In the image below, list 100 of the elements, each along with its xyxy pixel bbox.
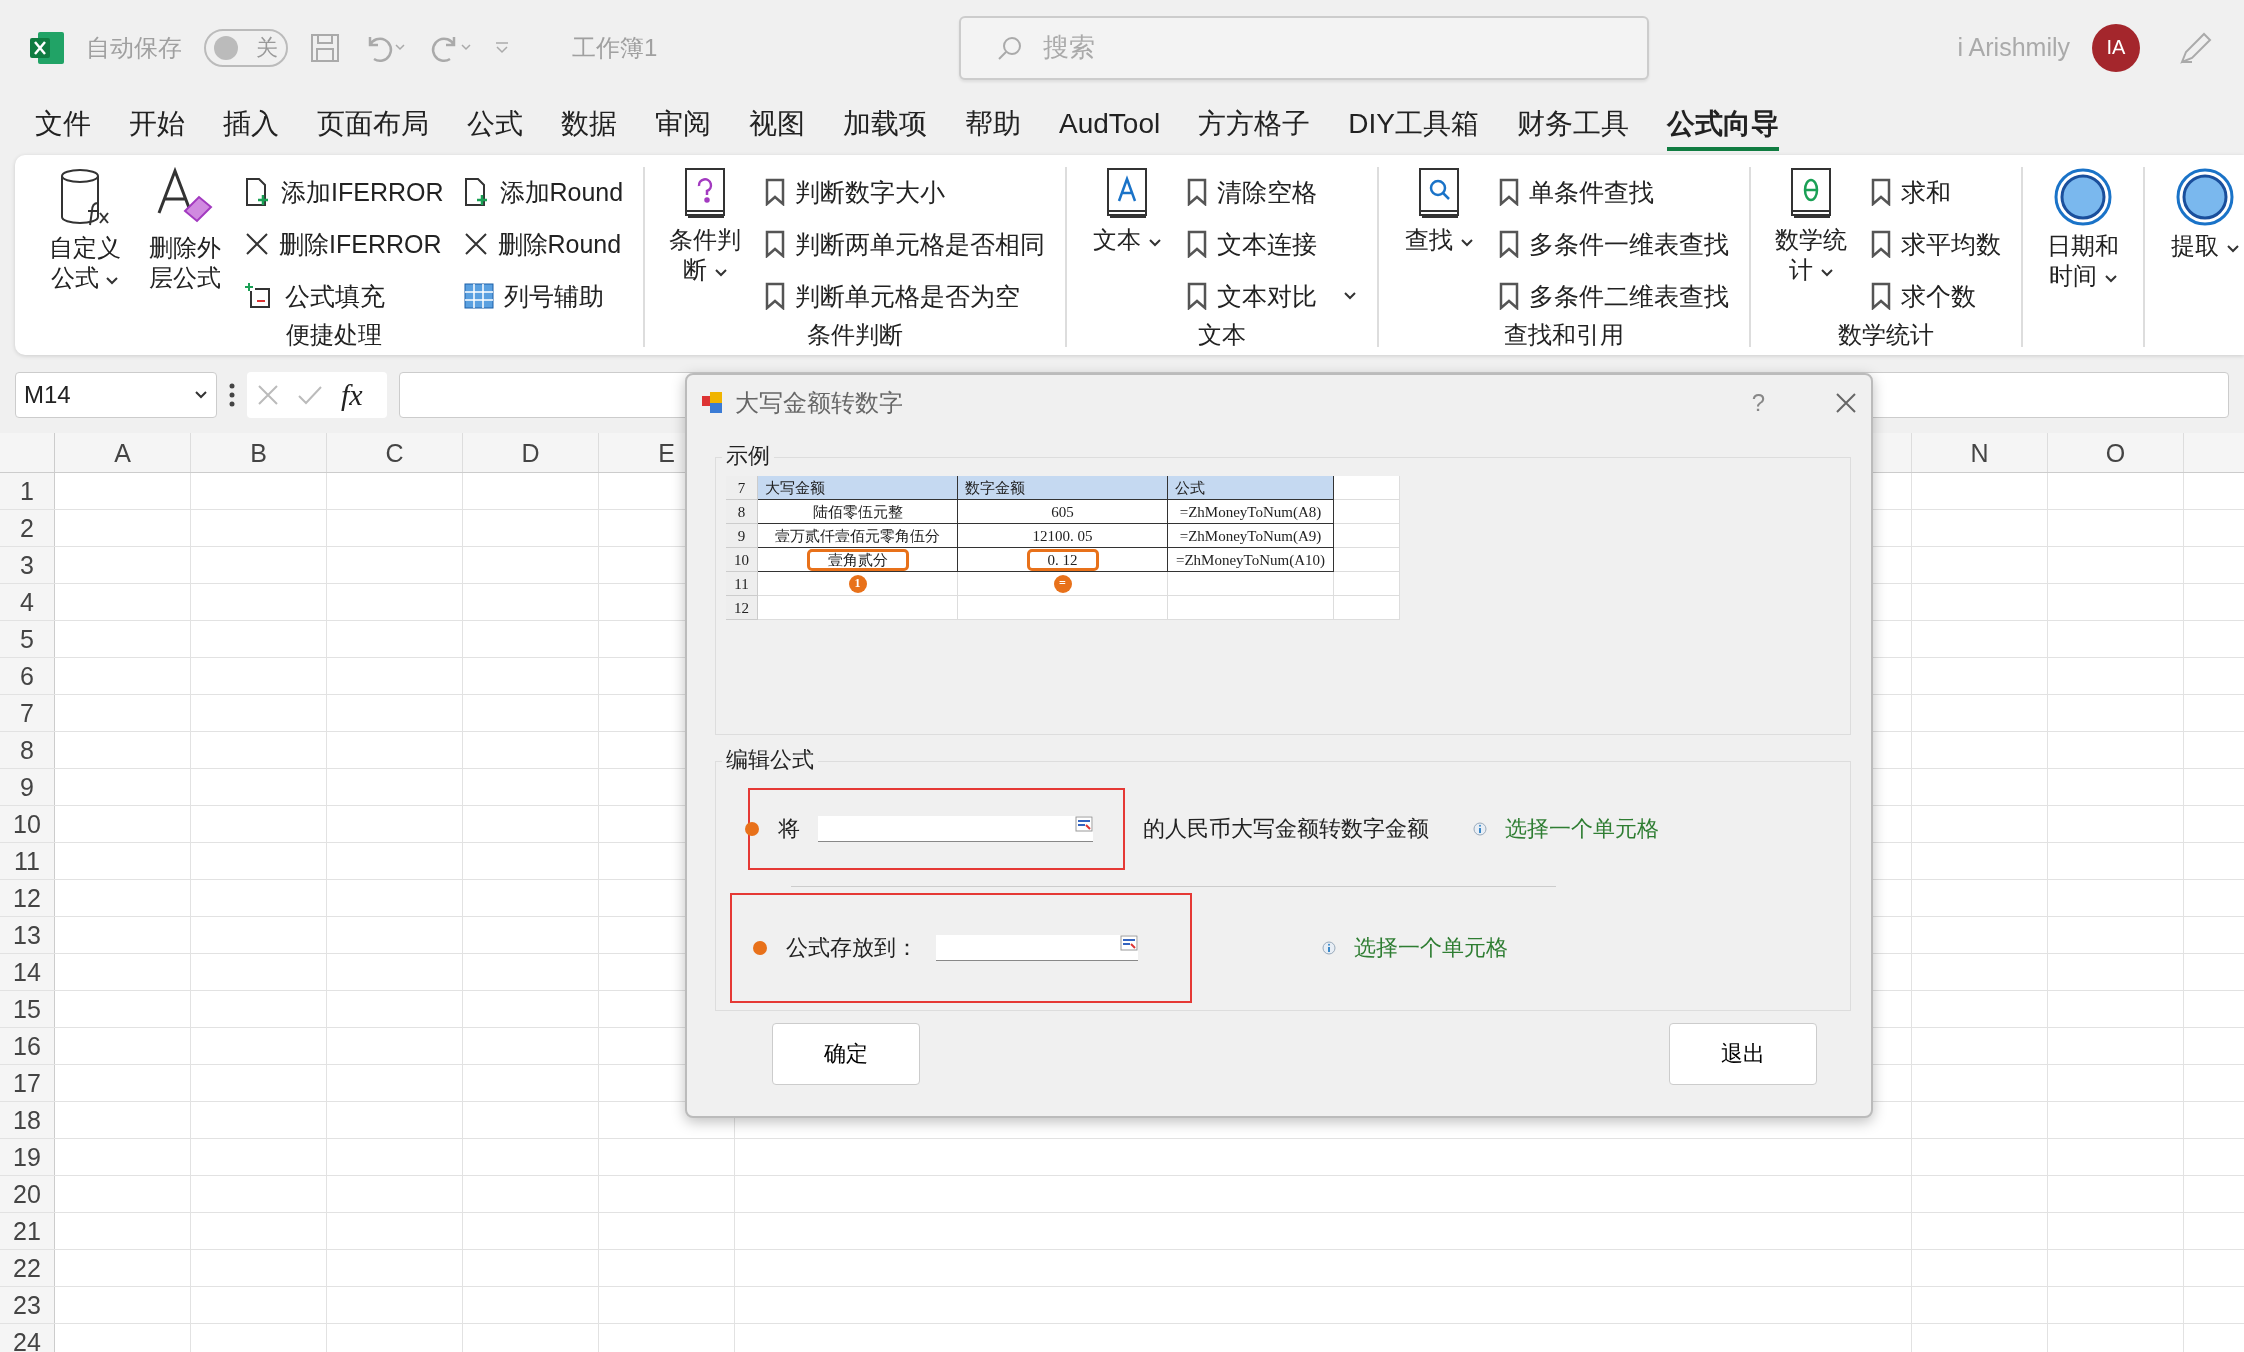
row-header[interactable]: 3 bbox=[0, 547, 55, 583]
check-icon[interactable] bbox=[297, 384, 323, 406]
column-header[interactable]: B bbox=[191, 433, 327, 472]
column-header[interactable]: N bbox=[1912, 433, 2048, 472]
row-header[interactable]: 18 bbox=[0, 1102, 55, 1138]
ribbon-large-button[interactable]: 删除外层公式 bbox=[145, 167, 225, 319]
row-header[interactable]: 4 bbox=[0, 584, 55, 620]
ribbon-button[interactable]: 多条件一维表查找 bbox=[1499, 221, 1730, 267]
step-badge: 1 bbox=[848, 574, 867, 593]
row-header[interactable]: 22 bbox=[0, 1250, 55, 1286]
menu-tab[interactable]: 方方格子 bbox=[1198, 105, 1311, 151]
menu-tab[interactable]: AudTool bbox=[1059, 108, 1161, 148]
cell-text: 陆佰零伍元整 bbox=[811, 502, 904, 522]
row-header[interactable]: 10 bbox=[0, 806, 55, 842]
chevron-down-icon bbox=[1819, 268, 1834, 278]
ribbon-button[interactable]: 添加Round bbox=[463, 169, 624, 215]
ribbon-button[interactable]: 判断两单元格是否相同 bbox=[765, 221, 1046, 267]
name-box[interactable]: M14 bbox=[15, 372, 217, 418]
ribbon-large-button[interactable]: 自定义公式 bbox=[45, 167, 125, 319]
menu-tab[interactable]: 公式向导 bbox=[1666, 105, 1779, 151]
row-header[interactable]: 9 bbox=[0, 769, 55, 805]
input-field[interactable] bbox=[818, 816, 1093, 842]
menu-tab[interactable]: 公式 bbox=[467, 105, 523, 151]
row-header[interactable]: 17 bbox=[0, 1065, 55, 1101]
row-header[interactable]: 12 bbox=[0, 880, 55, 916]
ribbon-button[interactable]: 单条件查找 bbox=[1499, 169, 1730, 215]
menu-tab[interactable]: 文件 bbox=[35, 105, 91, 151]
menu-tab[interactable]: DIY工具箱 bbox=[1348, 105, 1479, 151]
menu-tab[interactable]: 审阅 bbox=[655, 105, 711, 151]
row-header[interactable]: 14 bbox=[0, 954, 55, 990]
row-header[interactable]: 19 bbox=[0, 1139, 55, 1175]
step-marker-icon bbox=[752, 940, 768, 956]
ribbon-button[interactable]: 删除IFERROR bbox=[245, 221, 444, 267]
ribbon-button[interactable]: 文本连接 bbox=[1187, 221, 1358, 267]
row-header[interactable]: 11 bbox=[0, 843, 55, 879]
row-header[interactable]: 15 bbox=[0, 991, 55, 1027]
row-header[interactable]: 7 bbox=[0, 695, 55, 731]
row-header[interactable]: 1 bbox=[0, 473, 55, 509]
select-cell-link[interactable]: 选择一个单元格 bbox=[1505, 814, 1659, 844]
menu-tab[interactable]: 插入 bbox=[223, 105, 279, 151]
menu-tab[interactable]: 财务工具 bbox=[1516, 105, 1629, 151]
insert-function-button[interactable]: fx bbox=[341, 378, 363, 412]
row-header[interactable]: 20 bbox=[0, 1176, 55, 1212]
cell-text: =ZhMoneyToNum(A8) bbox=[1178, 502, 1323, 522]
bookmark-icon bbox=[1187, 282, 1208, 310]
ribbon-button[interactable]: 求平均数 bbox=[1871, 221, 2002, 267]
ribbon-large-button[interactable]: 提取 bbox=[2165, 167, 2244, 347]
ok-button[interactable]: 确定 bbox=[772, 1023, 920, 1085]
column-header[interactable]: D bbox=[463, 433, 599, 472]
cell-picker-icon[interactable] bbox=[1120, 935, 1138, 951]
row-header[interactable]: 2 bbox=[0, 510, 55, 546]
input-field[interactable] bbox=[936, 935, 1138, 961]
menu-tab[interactable]: 数据 bbox=[561, 105, 617, 151]
customize-icon[interactable] bbox=[494, 40, 510, 55]
menu-tab[interactable]: 开始 bbox=[129, 105, 185, 151]
ribbon-large-button[interactable]: 条件判断 bbox=[665, 167, 746, 319]
column-header[interactable]: A bbox=[55, 433, 191, 472]
step-marker-icon bbox=[744, 821, 760, 837]
table-cell bbox=[1334, 476, 1400, 500]
ribbon-button[interactable]: 判断单元格是否为空 bbox=[765, 273, 1046, 319]
ribbon-button[interactable]: 列号辅助 bbox=[463, 273, 624, 319]
ribbon-button[interactable]: 文本对比 bbox=[1187, 273, 1358, 319]
menu-tab[interactable]: 页面布局 bbox=[317, 105, 429, 151]
menu-tab[interactable]: 帮助 bbox=[965, 105, 1021, 151]
row-header[interactable]: 21 bbox=[0, 1213, 55, 1249]
row-header[interactable]: 6 bbox=[0, 658, 55, 694]
column-header[interactable]: C bbox=[327, 433, 463, 472]
cell-text: 壹角贰分 bbox=[806, 548, 909, 571]
menu-tab[interactable]: 视图 bbox=[749, 105, 805, 151]
row-header[interactable]: 5 bbox=[0, 621, 55, 657]
ribbon-button[interactable]: 公式填充 bbox=[245, 273, 444, 319]
row-header[interactable]: 16 bbox=[0, 1028, 55, 1064]
cell-picker-icon[interactable] bbox=[1075, 816, 1093, 832]
ribbon-button[interactable]: 求和 bbox=[1871, 169, 2002, 215]
info-icon bbox=[1473, 822, 1487, 836]
close-icon[interactable] bbox=[1835, 392, 1857, 414]
cancel-icon[interactable] bbox=[257, 384, 279, 406]
ribbon-button[interactable]: 删除Round bbox=[463, 221, 624, 267]
column-header[interactable]: O bbox=[2048, 433, 2184, 472]
row-header[interactable]: 23 bbox=[0, 1287, 55, 1323]
ribbon-button[interactable]: 添加IFERROR bbox=[245, 169, 444, 215]
exit-button[interactable]: 退出 bbox=[1669, 1023, 1817, 1085]
ribbon-large-button[interactable]: 查找 bbox=[1399, 167, 1480, 319]
row-header[interactable]: 24 bbox=[0, 1324, 55, 1352]
letter-book-icon bbox=[1105, 167, 1150, 221]
ribbon-button[interactable]: 求个数 bbox=[1871, 273, 2002, 319]
ribbon-large-button[interactable]: 文本 bbox=[1087, 167, 1168, 319]
ribbon-button[interactable]: 判断数字大小 bbox=[765, 169, 1046, 215]
menu-tab[interactable]: 加载项 bbox=[843, 105, 927, 151]
ribbon-button[interactable]: 清除空格 bbox=[1187, 169, 1358, 215]
ribbon-large-button[interactable]: 数学统计 bbox=[1771, 167, 1852, 319]
dialog-title: 大写金额转数字 bbox=[735, 388, 903, 418]
ribbon-large-button[interactable]: 日期和时间 bbox=[2043, 167, 2124, 347]
user-avatar[interactable]: IA bbox=[2092, 23, 2140, 72]
select-cell-link[interactable]: 选择一个单元格 bbox=[1354, 933, 1508, 963]
save-icon[interactable] bbox=[310, 32, 340, 63]
row-header[interactable]: 13 bbox=[0, 917, 55, 953]
spreadsheet-app-icon bbox=[30, 31, 64, 64]
row-header[interactable]: 8 bbox=[0, 732, 55, 768]
ribbon-button[interactable]: 多条件二维表查找 bbox=[1499, 273, 1730, 319]
